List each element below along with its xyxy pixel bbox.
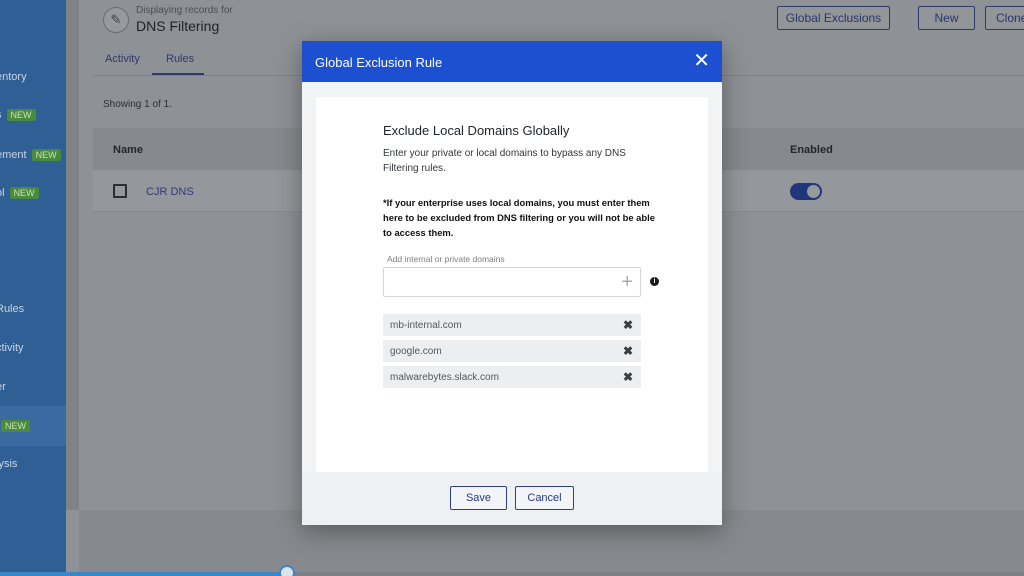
add-icon[interactable]: +: [621, 271, 633, 293]
sidebar-item-label: ement: [0, 149, 27, 161]
sidebar-item-rules[interactable]: Rules: [0, 299, 24, 319]
column-header-name[interactable]: Name: [113, 144, 143, 156]
sidebar-item-analysis[interactable]: lysis: [0, 454, 17, 474]
global-exclusions-button[interactable]: Global Exclusions: [777, 6, 890, 30]
remove-icon[interactable]: ✖: [623, 370, 633, 384]
clone-button[interactable]: Clone: [985, 6, 1024, 30]
displaying-label: Displaying records for: [136, 5, 233, 16]
remove-icon[interactable]: ✖: [623, 344, 633, 358]
enabled-toggle[interactable]: [790, 183, 822, 200]
domain-chip: google.com ✖: [383, 340, 641, 362]
domain-chip-text: mb-internal.com: [390, 319, 462, 331]
toggle-knob: [807, 185, 820, 198]
sidebar-item-control[interactable]: ol NEW: [0, 183, 39, 203]
save-button[interactable]: Save: [450, 486, 507, 510]
video-progress-handle[interactable]: [279, 565, 295, 576]
sidebar-item-1[interactable]: s NEW: [0, 105, 36, 125]
rule-name-link[interactable]: CJR DNS: [146, 186, 194, 198]
sidebar-item-label: ctivity: [0, 342, 24, 354]
sidebar-item-label: entory: [0, 71, 27, 83]
sidebar-item-label: ol: [0, 187, 5, 199]
modal-title: Global Exclusion Rule: [315, 55, 443, 70]
column-header-enabled[interactable]: Enabled: [790, 144, 833, 156]
sidebar: entory s NEW ement NEW ol NEW Rules ctiv…: [0, 0, 66, 576]
sidebar-item-active[interactable]: NEW: [0, 416, 30, 436]
info-icon[interactable]: i: [650, 277, 659, 286]
domain-chip: mb-internal.com ✖: [383, 314, 641, 336]
domain-chip-text: google.com: [390, 345, 442, 357]
domain-input[interactable]: +: [383, 267, 641, 297]
remove-icon[interactable]: ✖: [623, 318, 633, 332]
close-icon[interactable]: ✕: [693, 51, 710, 71]
sidebar-item-label: s: [0, 109, 2, 121]
cancel-button[interactable]: Cancel: [515, 486, 574, 510]
sidebar-item-inventory[interactable]: entory: [0, 67, 27, 87]
modal-warning: *If your enterprise uses local domains, …: [383, 197, 655, 238]
sidebar-item-management[interactable]: ement NEW: [0, 145, 61, 165]
modal-body: Exclude Local Domains Globally Enter you…: [316, 97, 708, 472]
global-exclusion-modal: Global Exclusion Rule ✕ Exclude Local Do…: [302, 41, 722, 525]
tab-activity[interactable]: Activity: [105, 53, 140, 65]
tab-rules[interactable]: Rules: [166, 53, 194, 65]
domain-chip: malwarebytes.slack.com ✖: [383, 366, 641, 388]
new-badge: NEW: [6, 109, 36, 121]
page-title: DNS Filtering: [136, 18, 220, 34]
new-badge: NEW: [31, 149, 61, 161]
sidebar-item-label: lysis: [0, 458, 18, 470]
new-badge: NEW: [9, 187, 39, 199]
sidebar-gutter: [66, 0, 79, 510]
new-badge: NEW: [1, 420, 30, 432]
record-count: Showing 1 of 1.: [103, 99, 172, 110]
domain-input-label: Add internal or private domains: [387, 254, 505, 264]
modal-header: Global Exclusion Rule ✕: [302, 41, 722, 82]
sidebar-item-filter[interactable]: er: [0, 377, 6, 397]
new-button[interactable]: New: [918, 6, 975, 30]
row-checkbox[interactable]: [113, 184, 127, 198]
edit-icon[interactable]: ✎: [103, 7, 129, 33]
modal-description: Enter your private or local domains to b…: [383, 148, 626, 174]
sidebar-item-activity[interactable]: ctivity: [0, 338, 24, 358]
sidebar-item-label: Rules: [0, 303, 25, 315]
domain-chip-text: malwarebytes.slack.com: [390, 371, 499, 383]
sidebar-item-label: er: [0, 381, 6, 393]
video-progress-fill: [0, 572, 287, 576]
modal-footer: [302, 472, 722, 525]
modal-heading: Exclude Local Domains Globally: [383, 123, 570, 138]
